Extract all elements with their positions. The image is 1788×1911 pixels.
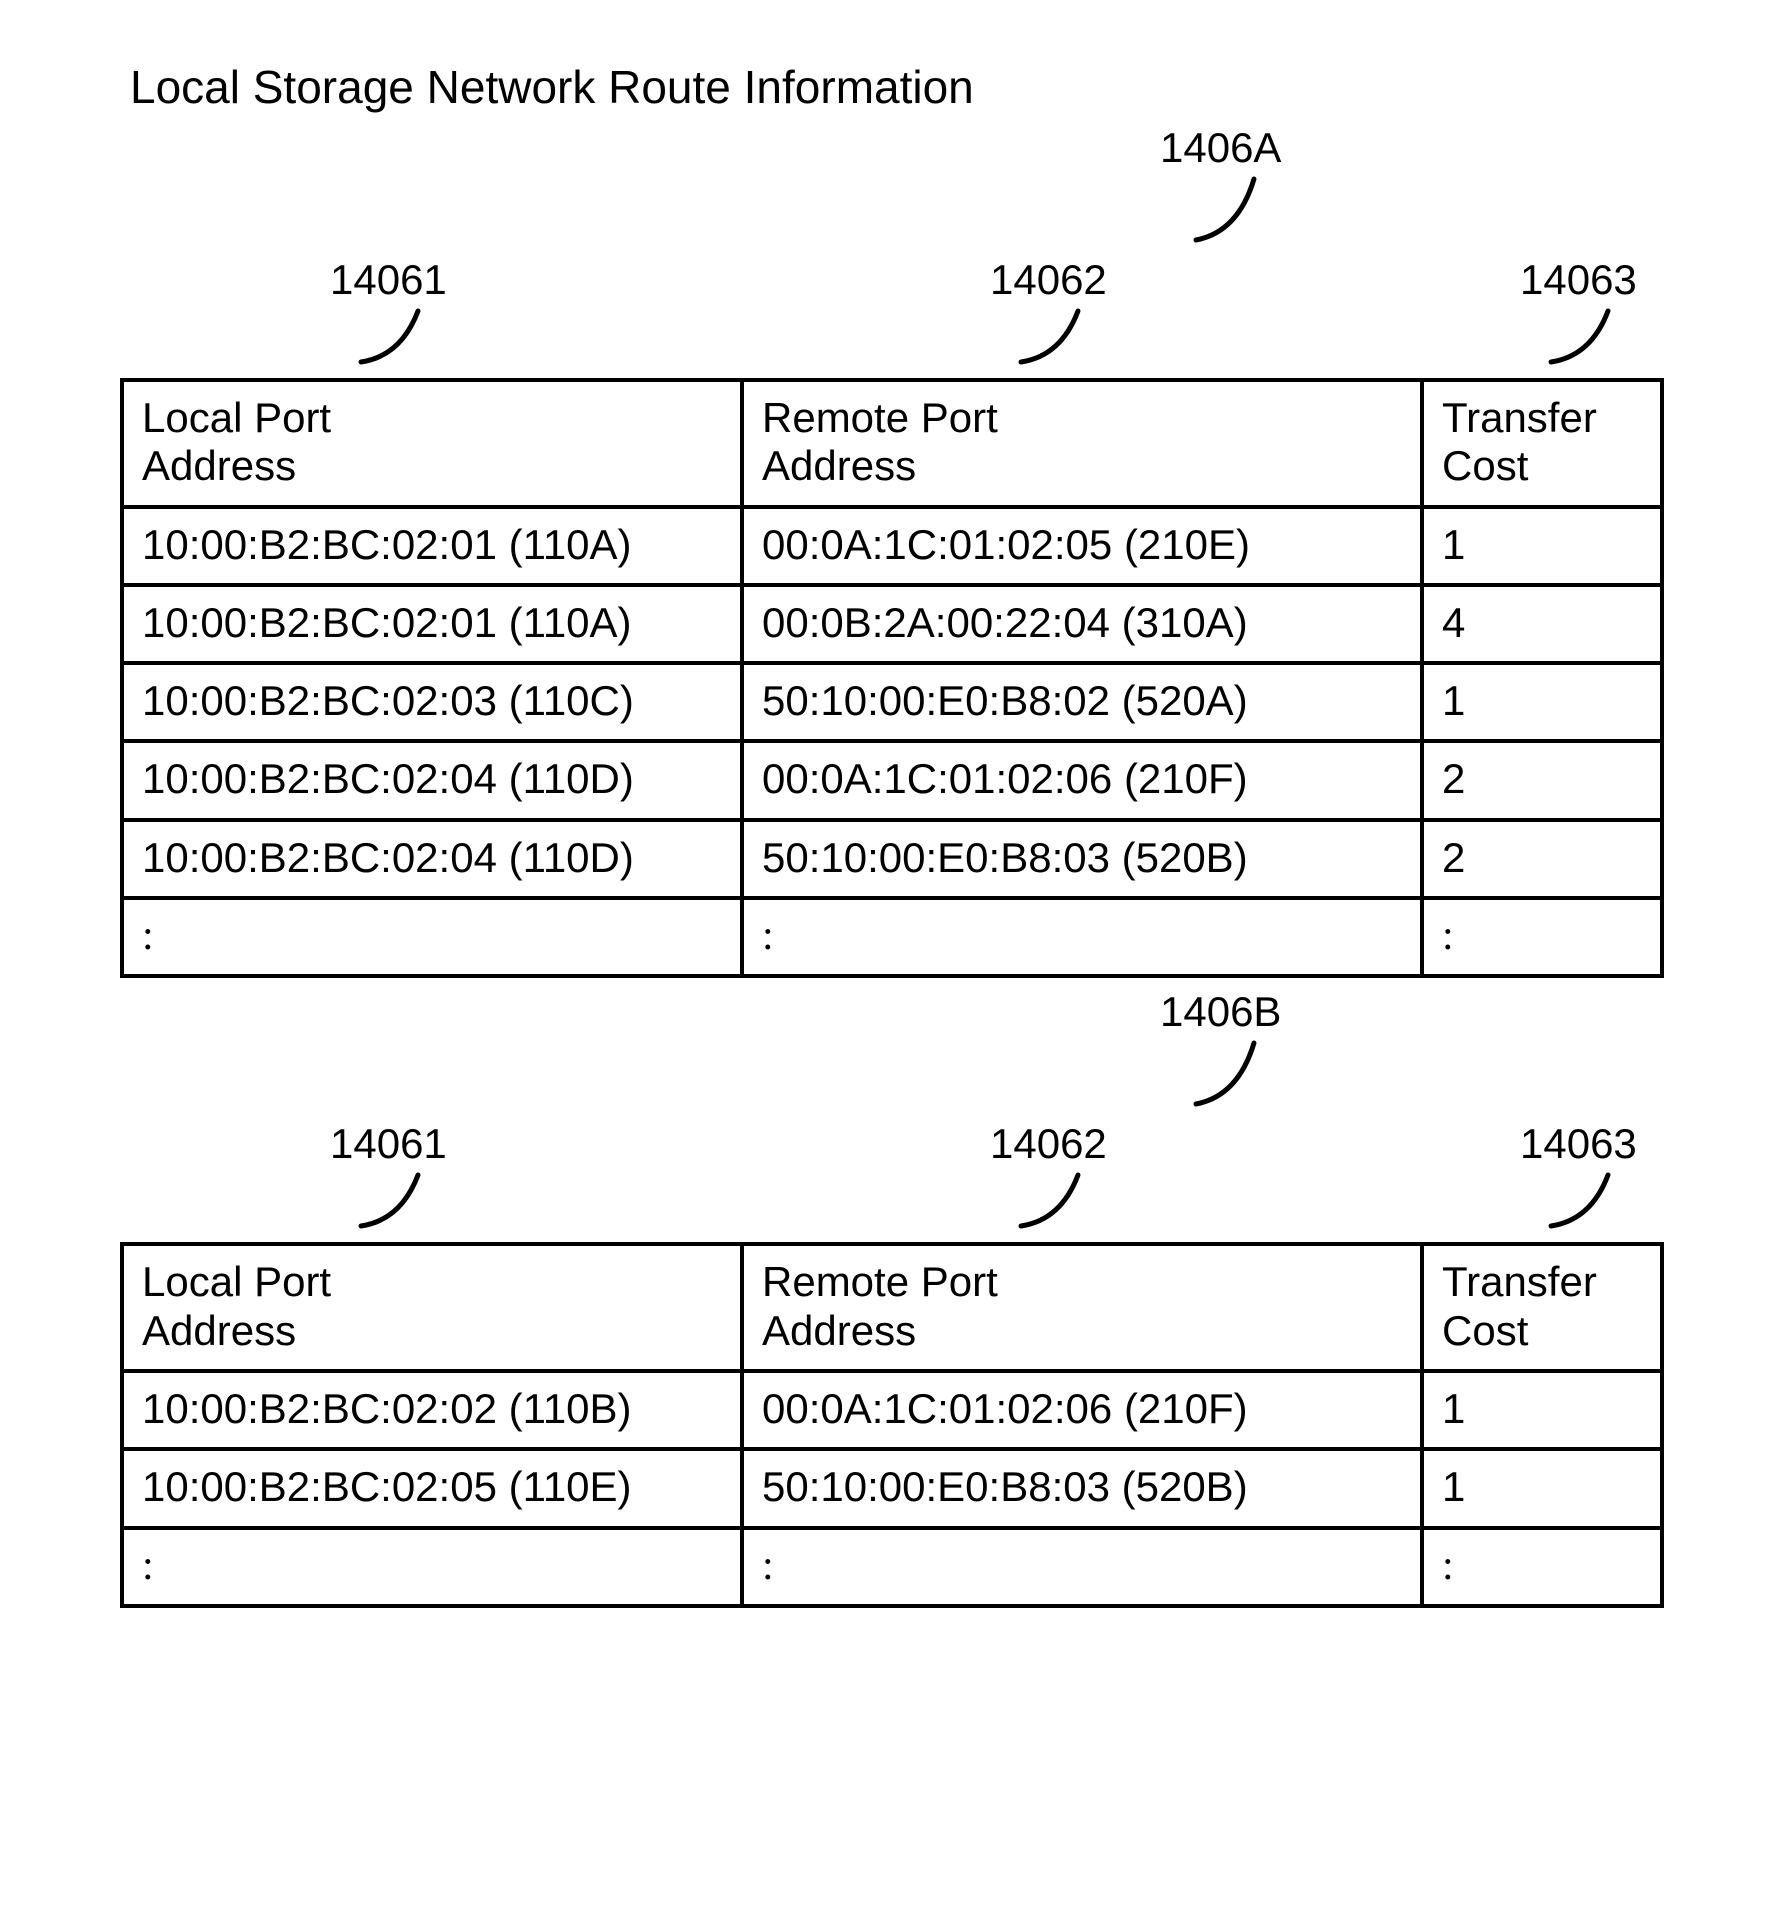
col-header-local-port: Local PortAddress (122, 380, 742, 507)
col-callout-14061: 14061 (330, 256, 447, 366)
ellipsis-cell: : (742, 898, 1422, 976)
cell-transfer-cost: 1 (1422, 1371, 1662, 1449)
cell-transfer-cost: 2 (1422, 820, 1662, 898)
cell-remote-port: 00:0B:2A:00:22:04 (310A) (742, 585, 1422, 663)
cell-local-port: 10:00:B2:BC:02:03 (110C) (122, 663, 742, 741)
callout-hook-icon (1176, 1038, 1266, 1108)
cell-local-port: 10:00:B2:BC:02:04 (110D) (122, 820, 742, 898)
table-row: 10:00:B2:BC:02:04 (110D) 00:0A:1C:01:02:… (122, 741, 1662, 819)
callout-hook-icon (1533, 1170, 1623, 1230)
cell-remote-port: 50:10:00:E0:B8:03 (520B) (742, 820, 1422, 898)
callout-label: 14061 (330, 1120, 447, 1167)
col-header-transfer-cost: TransferCost (1422, 380, 1662, 507)
callout-label: 14063 (1520, 1120, 1637, 1167)
route-table-block-b: 1406B 14061 14062 14063 (120, 1128, 1668, 1607)
table-callout-1406a: 1406A (1160, 124, 1281, 244)
col-callout-14063: 14063 (1520, 256, 1637, 366)
col-header-remote-port: Remote PortAddress (742, 1244, 1422, 1371)
callout-label: 14062 (990, 1120, 1107, 1167)
table-row-ellipsis: : : : (122, 1528, 1662, 1606)
table-row: 10:00:B2:BC:02:05 (110E) 50:10:00:E0:B8:… (122, 1449, 1662, 1527)
table-header-row: Local PortAddress Remote PortAddress Tra… (122, 1244, 1662, 1371)
ellipsis-cell: : (742, 1528, 1422, 1606)
table-row: 10:00:B2:BC:02:04 (110D) 50:10:00:E0:B8:… (122, 820, 1662, 898)
ellipsis-cell: : (122, 1528, 742, 1606)
cell-remote-port: 00:0A:1C:01:02:05 (210E) (742, 507, 1422, 585)
table-row: 10:00:B2:BC:02:03 (110C) 50:10:00:E0:B8:… (122, 663, 1662, 741)
cell-local-port: 10:00:B2:BC:02:01 (110A) (122, 507, 742, 585)
cell-transfer-cost: 1 (1422, 1449, 1662, 1527)
ellipsis-cell: : (1422, 1528, 1662, 1606)
cell-transfer-cost: 1 (1422, 507, 1662, 585)
table-row-ellipsis: : : : (122, 898, 1662, 976)
cell-local-port: 10:00:B2:BC:02:04 (110D) (122, 741, 742, 819)
col-callout-14062: 14062 (990, 1120, 1107, 1230)
callout-label: 1406B (1160, 988, 1281, 1035)
route-table-block-a: 1406A 14061 14062 14063 (120, 264, 1668, 978)
callout-label: 14062 (990, 256, 1107, 303)
ellipsis-cell: : (122, 898, 742, 976)
table-callout-1406b: 1406B (1160, 988, 1281, 1108)
route-table-a: Local PortAddress Remote PortAddress Tra… (120, 378, 1664, 978)
callout-hook-icon (1003, 1170, 1093, 1230)
cell-remote-port: 50:10:00:E0:B8:02 (520A) (742, 663, 1422, 741)
table-row: 10:00:B2:BC:02:02 (110B) 00:0A:1C:01:02:… (122, 1371, 1662, 1449)
callout-hook-icon (343, 306, 433, 366)
column-callouts-a: 14061 14062 14063 (120, 264, 1668, 374)
cell-local-port: 10:00:B2:BC:02:05 (110E) (122, 1449, 742, 1527)
callout-label: 1406A (1160, 124, 1281, 171)
table-row: 10:00:B2:BC:02:01 (110A) 00:0A:1C:01:02:… (122, 507, 1662, 585)
cell-transfer-cost: 2 (1422, 741, 1662, 819)
col-callout-14061: 14061 (330, 1120, 447, 1230)
cell-remote-port: 00:0A:1C:01:02:06 (210F) (742, 1371, 1422, 1449)
col-header-local-port: Local PortAddress (122, 1244, 742, 1371)
col-header-remote-port: Remote PortAddress (742, 380, 1422, 507)
table-header-row: Local PortAddress Remote PortAddress Tra… (122, 380, 1662, 507)
callout-hook-icon (343, 1170, 433, 1230)
col-header-transfer-cost: TransferCost (1422, 1244, 1662, 1371)
table-row: 10:00:B2:BC:02:01 (110A) 00:0B:2A:00:22:… (122, 585, 1662, 663)
callout-label: 14061 (330, 256, 447, 303)
page-title: Local Storage Network Route Information (130, 60, 1668, 114)
callout-hook-icon (1533, 306, 1623, 366)
col-callout-14062: 14062 (990, 256, 1107, 366)
ellipsis-cell: : (1422, 898, 1662, 976)
cell-remote-port: 00:0A:1C:01:02:06 (210F) (742, 741, 1422, 819)
column-callouts-b: 14061 14062 14063 (120, 1128, 1668, 1238)
cell-remote-port: 50:10:00:E0:B8:03 (520B) (742, 1449, 1422, 1527)
cell-transfer-cost: 4 (1422, 585, 1662, 663)
callout-hook-icon (1176, 174, 1266, 244)
cell-local-port: 10:00:B2:BC:02:02 (110B) (122, 1371, 742, 1449)
route-table-b: Local PortAddress Remote PortAddress Tra… (120, 1242, 1664, 1607)
cell-transfer-cost: 1 (1422, 663, 1662, 741)
col-callout-14063: 14063 (1520, 1120, 1637, 1230)
page: Local Storage Network Route Information … (0, 0, 1788, 1808)
callout-hook-icon (1003, 306, 1093, 366)
cell-local-port: 10:00:B2:BC:02:01 (110A) (122, 585, 742, 663)
callout-label: 14063 (1520, 256, 1637, 303)
